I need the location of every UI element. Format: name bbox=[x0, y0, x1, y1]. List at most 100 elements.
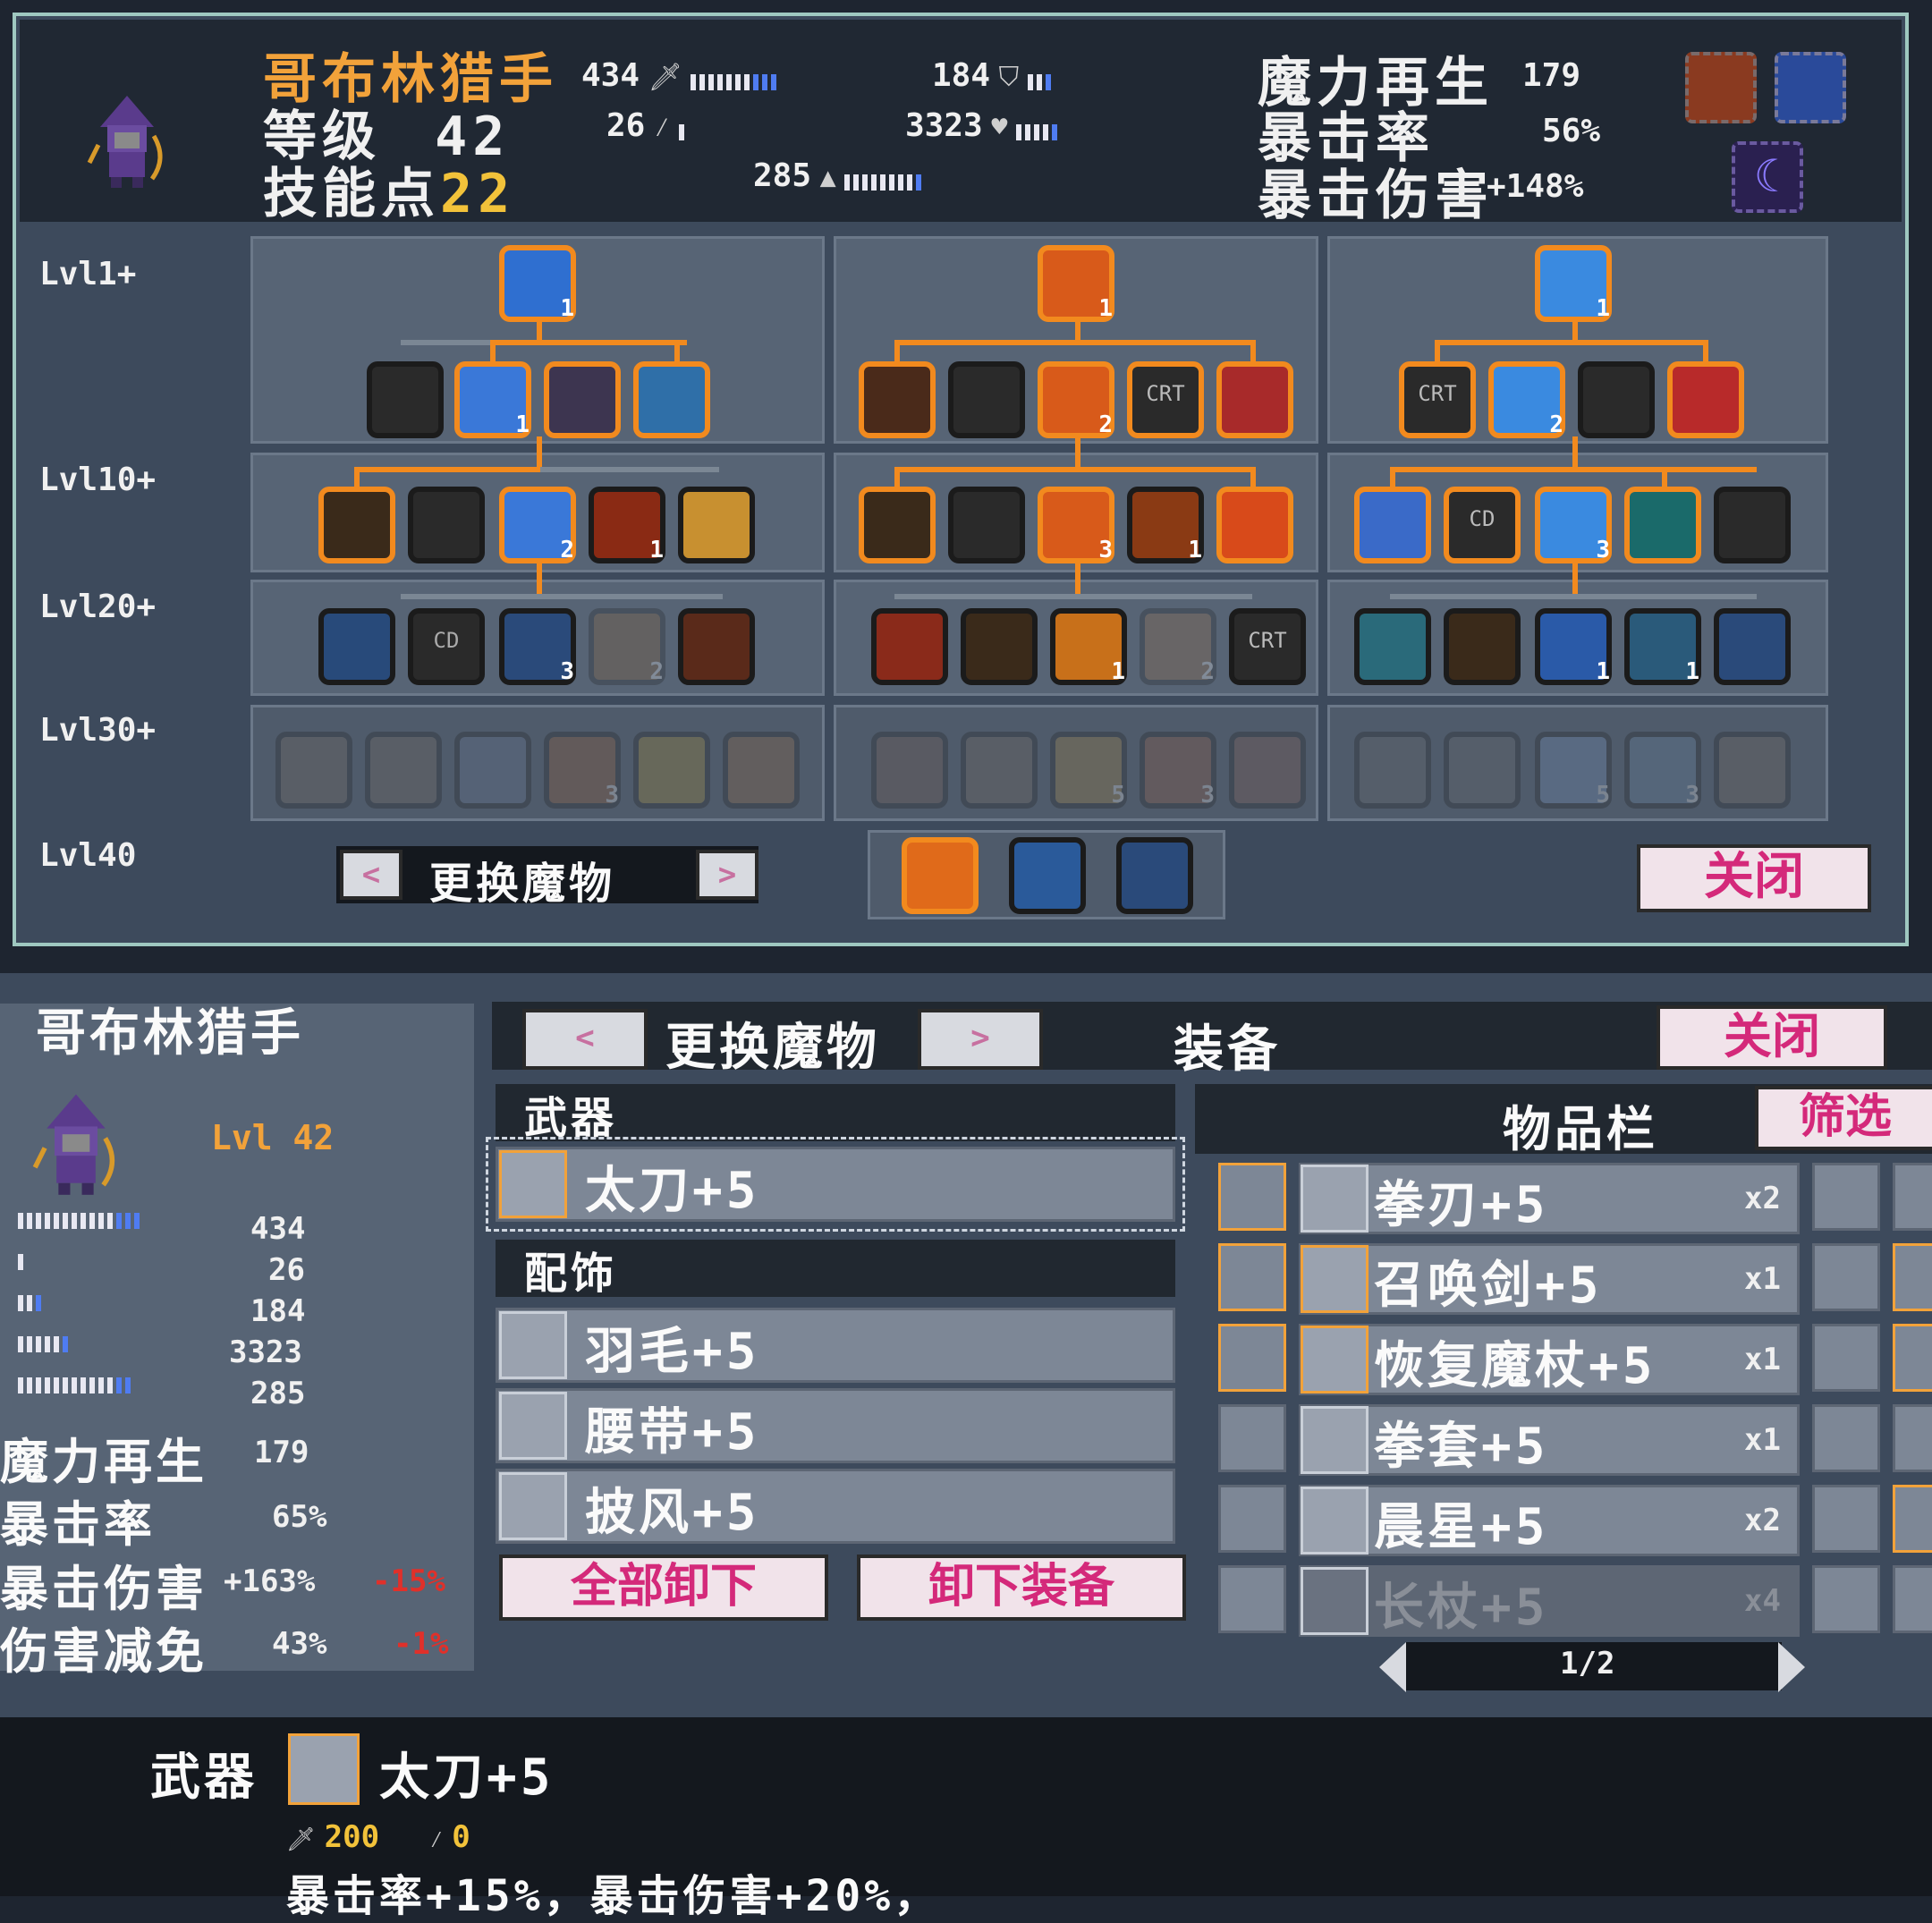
skill-node[interactable] bbox=[723, 732, 800, 809]
skill-node[interactable] bbox=[633, 361, 710, 438]
skill-node[interactable]: CRT bbox=[1229, 608, 1306, 685]
unequip-button[interactable]: 卸下装备 bbox=[857, 1554, 1186, 1621]
skill-node[interactable]: 3 bbox=[499, 608, 576, 685]
skill-node[interactable]: 1 bbox=[1038, 245, 1114, 322]
next-monster-button[interactable]: > bbox=[918, 1009, 1043, 1070]
skill-node[interactable]: 3 bbox=[1624, 732, 1701, 809]
item-cell[interactable] bbox=[1218, 1163, 1286, 1231]
skill-node[interactable] bbox=[1444, 732, 1521, 809]
prev-monster-button[interactable]: < bbox=[340, 850, 402, 900]
skill-node[interactable]: 2 bbox=[1140, 608, 1216, 685]
item-cell[interactable] bbox=[1218, 1243, 1286, 1311]
skill-node[interactable] bbox=[633, 732, 710, 809]
skill-node[interactable]: CRT bbox=[1127, 361, 1204, 438]
skill-node[interactable] bbox=[544, 361, 621, 438]
ultimate-skill[interactable] bbox=[902, 837, 979, 914]
skill-node[interactable]: 5 bbox=[1050, 732, 1127, 809]
skill-node[interactable]: 2 bbox=[1038, 361, 1114, 438]
item-cell[interactable] bbox=[1218, 1485, 1286, 1553]
skill-node[interactable] bbox=[1354, 487, 1431, 563]
skill-node[interactable] bbox=[1578, 361, 1655, 438]
skill-node[interactable] bbox=[275, 732, 352, 809]
item-cell[interactable] bbox=[1812, 1404, 1880, 1472]
skill-node[interactable] bbox=[871, 608, 948, 685]
item-cell[interactable] bbox=[1812, 1565, 1880, 1633]
next-monster-button[interactable]: > bbox=[696, 850, 758, 900]
skill-node[interactable] bbox=[318, 608, 395, 685]
wand-icon: ⁄ bbox=[429, 1826, 444, 1853]
skill-node[interactable]: 5 bbox=[1535, 732, 1612, 809]
skill-node[interactable] bbox=[871, 732, 948, 809]
skill-node[interactable]: 1 bbox=[589, 487, 665, 563]
item-cell[interactable] bbox=[1218, 1565, 1286, 1633]
skill-node[interactable] bbox=[1216, 361, 1293, 438]
skill-node[interactable] bbox=[1229, 732, 1306, 809]
item-cell[interactable] bbox=[1893, 1243, 1932, 1311]
skill-node[interactable] bbox=[367, 361, 444, 438]
skill-node[interactable]: 1 bbox=[1050, 608, 1127, 685]
item-cell[interactable] bbox=[1812, 1324, 1880, 1392]
skill-node[interactable] bbox=[1667, 361, 1744, 438]
item-cell[interactable] bbox=[1893, 1565, 1932, 1633]
skill-node[interactable] bbox=[678, 487, 755, 563]
cloak-icon bbox=[499, 1472, 567, 1540]
skill-node[interactable]: CD bbox=[1444, 487, 1521, 563]
magic-buff-icon[interactable] bbox=[1775, 52, 1846, 123]
skill-node[interactable]: 2 bbox=[589, 608, 665, 685]
skill-node[interactable] bbox=[1354, 608, 1431, 685]
item-cell[interactable] bbox=[1893, 1324, 1932, 1392]
item-cell[interactable] bbox=[1812, 1485, 1880, 1553]
skill-node[interactable] bbox=[1444, 608, 1521, 685]
skill-node[interactable]: 2 bbox=[499, 487, 576, 563]
skill-node[interactable]: 1 bbox=[1127, 487, 1204, 563]
skill-node[interactable] bbox=[1714, 732, 1791, 809]
skill-node[interactable] bbox=[859, 361, 936, 438]
skill-node[interactable] bbox=[454, 732, 531, 809]
skill-node[interactable]: 3 bbox=[1535, 487, 1612, 563]
attack-buff-icon[interactable] bbox=[1685, 52, 1757, 123]
skill-node[interactable]: 2 bbox=[1488, 361, 1565, 438]
skill-node[interactable]: 3 bbox=[1140, 732, 1216, 809]
ultimate-skill[interactable] bbox=[1009, 837, 1086, 914]
info-atk-value: 200 bbox=[324, 1819, 380, 1855]
skill-node[interactable] bbox=[408, 487, 485, 563]
skill-node[interactable] bbox=[1714, 608, 1791, 685]
item-cell[interactable] bbox=[1218, 1404, 1286, 1472]
skill-node[interactable] bbox=[1354, 732, 1431, 809]
skill-node[interactable]: 3 bbox=[544, 732, 621, 809]
skill-node[interactable] bbox=[948, 361, 1025, 438]
prev-monster-button[interactable]: < bbox=[522, 1009, 648, 1070]
ultimate-skill[interactable] bbox=[1116, 837, 1193, 914]
skill-node[interactable] bbox=[948, 487, 1025, 563]
skill-node[interactable] bbox=[961, 732, 1038, 809]
item-cell[interactable] bbox=[1893, 1485, 1932, 1553]
skill-node[interactable] bbox=[1624, 487, 1701, 563]
skill-node[interactable] bbox=[1216, 487, 1293, 563]
prev-page-arrow[interactable] bbox=[1379, 1642, 1406, 1692]
skill-node[interactable]: 1 bbox=[454, 361, 531, 438]
skill-node[interactable] bbox=[859, 487, 936, 563]
skill-node[interactable]: CRT bbox=[1399, 361, 1476, 438]
skill-node[interactable]: CD bbox=[408, 608, 485, 685]
item-cell[interactable] bbox=[1812, 1163, 1880, 1231]
filter-button[interactable]: 筛选 bbox=[1755, 1086, 1932, 1150]
item-cell[interactable] bbox=[1812, 1243, 1880, 1311]
next-page-arrow[interactable] bbox=[1778, 1642, 1805, 1692]
skill-node[interactable] bbox=[1714, 487, 1791, 563]
close-equipment-button[interactable]: 关闭 bbox=[1657, 1005, 1887, 1070]
moon-icon[interactable]: ☾ bbox=[1732, 141, 1803, 213]
skill-node[interactable]: 1 bbox=[1624, 608, 1701, 685]
item-cell[interactable] bbox=[1893, 1404, 1932, 1472]
skill-node[interactable]: 1 bbox=[1535, 608, 1612, 685]
close-skill-button[interactable]: 关闭 bbox=[1637, 844, 1871, 912]
unequip-all-button[interactable]: 全部卸下 bbox=[499, 1554, 828, 1621]
item-cell[interactable] bbox=[1893, 1163, 1932, 1231]
skill-node[interactable] bbox=[678, 608, 755, 685]
skill-node[interactable]: 1 bbox=[499, 245, 576, 322]
item-cell[interactable] bbox=[1218, 1324, 1286, 1392]
skill-node[interactable]: 3 bbox=[1038, 487, 1114, 563]
skill-node[interactable]: 1 bbox=[1535, 245, 1612, 322]
skill-node[interactable] bbox=[365, 732, 442, 809]
skill-node[interactable] bbox=[961, 608, 1038, 685]
skill-node[interactable] bbox=[318, 487, 395, 563]
